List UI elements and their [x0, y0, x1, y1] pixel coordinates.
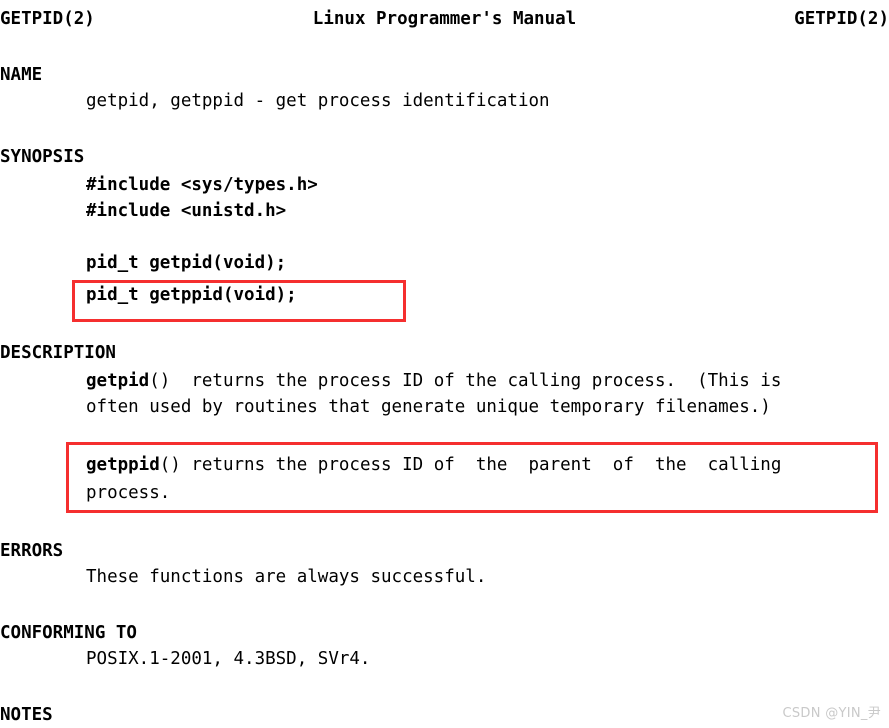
section-heading-conforming-to: CONFORMING TO [0, 623, 137, 643]
description-getpid-line-1-rest: () returns the process ID of the calling… [149, 371, 782, 391]
description-getpid-func: getpid [86, 371, 150, 391]
section-heading-errors: ERRORS [0, 541, 64, 561]
description-getppid-func: getppid [86, 455, 160, 475]
header-left-title: GETPID(2) [0, 9, 95, 29]
section-body-conforming-to: POSIX.1-2001, 4.3BSD, SVr4. [86, 649, 371, 669]
man-page: GETPID(2) Linux Programmer's Manual GETP… [0, 0, 889, 728]
description-getpid-line-1: getpid() returns the process ID of the c… [86, 368, 781, 394]
section-heading-synopsis: SYNOPSIS [0, 147, 85, 167]
synopsis-include-unistd: #include <unistd.h> [86, 201, 287, 221]
section-body-errors: These functions are always successful. [86, 567, 487, 587]
header-center-title: Linux Programmer's Manual [312, 9, 577, 29]
synopsis-include-sys-types: #include <sys/types.h> [86, 175, 318, 195]
description-getppid-line-1: getppid() returns the process ID of the … [86, 452, 781, 478]
synopsis-prototype-getppid: pid_t getppid(void); [86, 285, 297, 305]
section-heading-description: DESCRIPTION [0, 343, 116, 363]
description-getppid-line-1-rest: () returns the process ID of the parent … [159, 455, 782, 475]
section-heading-name: NAME [0, 65, 43, 85]
synopsis-prototype-getpid: pid_t getpid(void); [86, 253, 287, 273]
csdn-watermark: CSDN @YIN_尹 [782, 706, 881, 721]
section-heading-notes: NOTES [0, 705, 53, 725]
description-getppid-line-2: process. [86, 483, 171, 503]
man-page-header: GETPID(2) Linux Programmer's Manual GETP… [0, 6, 889, 32]
description-getpid-line-2: often used by routines that generate uni… [86, 397, 771, 417]
section-body-name: getpid, getppid - get process identifica… [86, 91, 550, 111]
header-right-title: GETPID(2) [794, 9, 889, 29]
